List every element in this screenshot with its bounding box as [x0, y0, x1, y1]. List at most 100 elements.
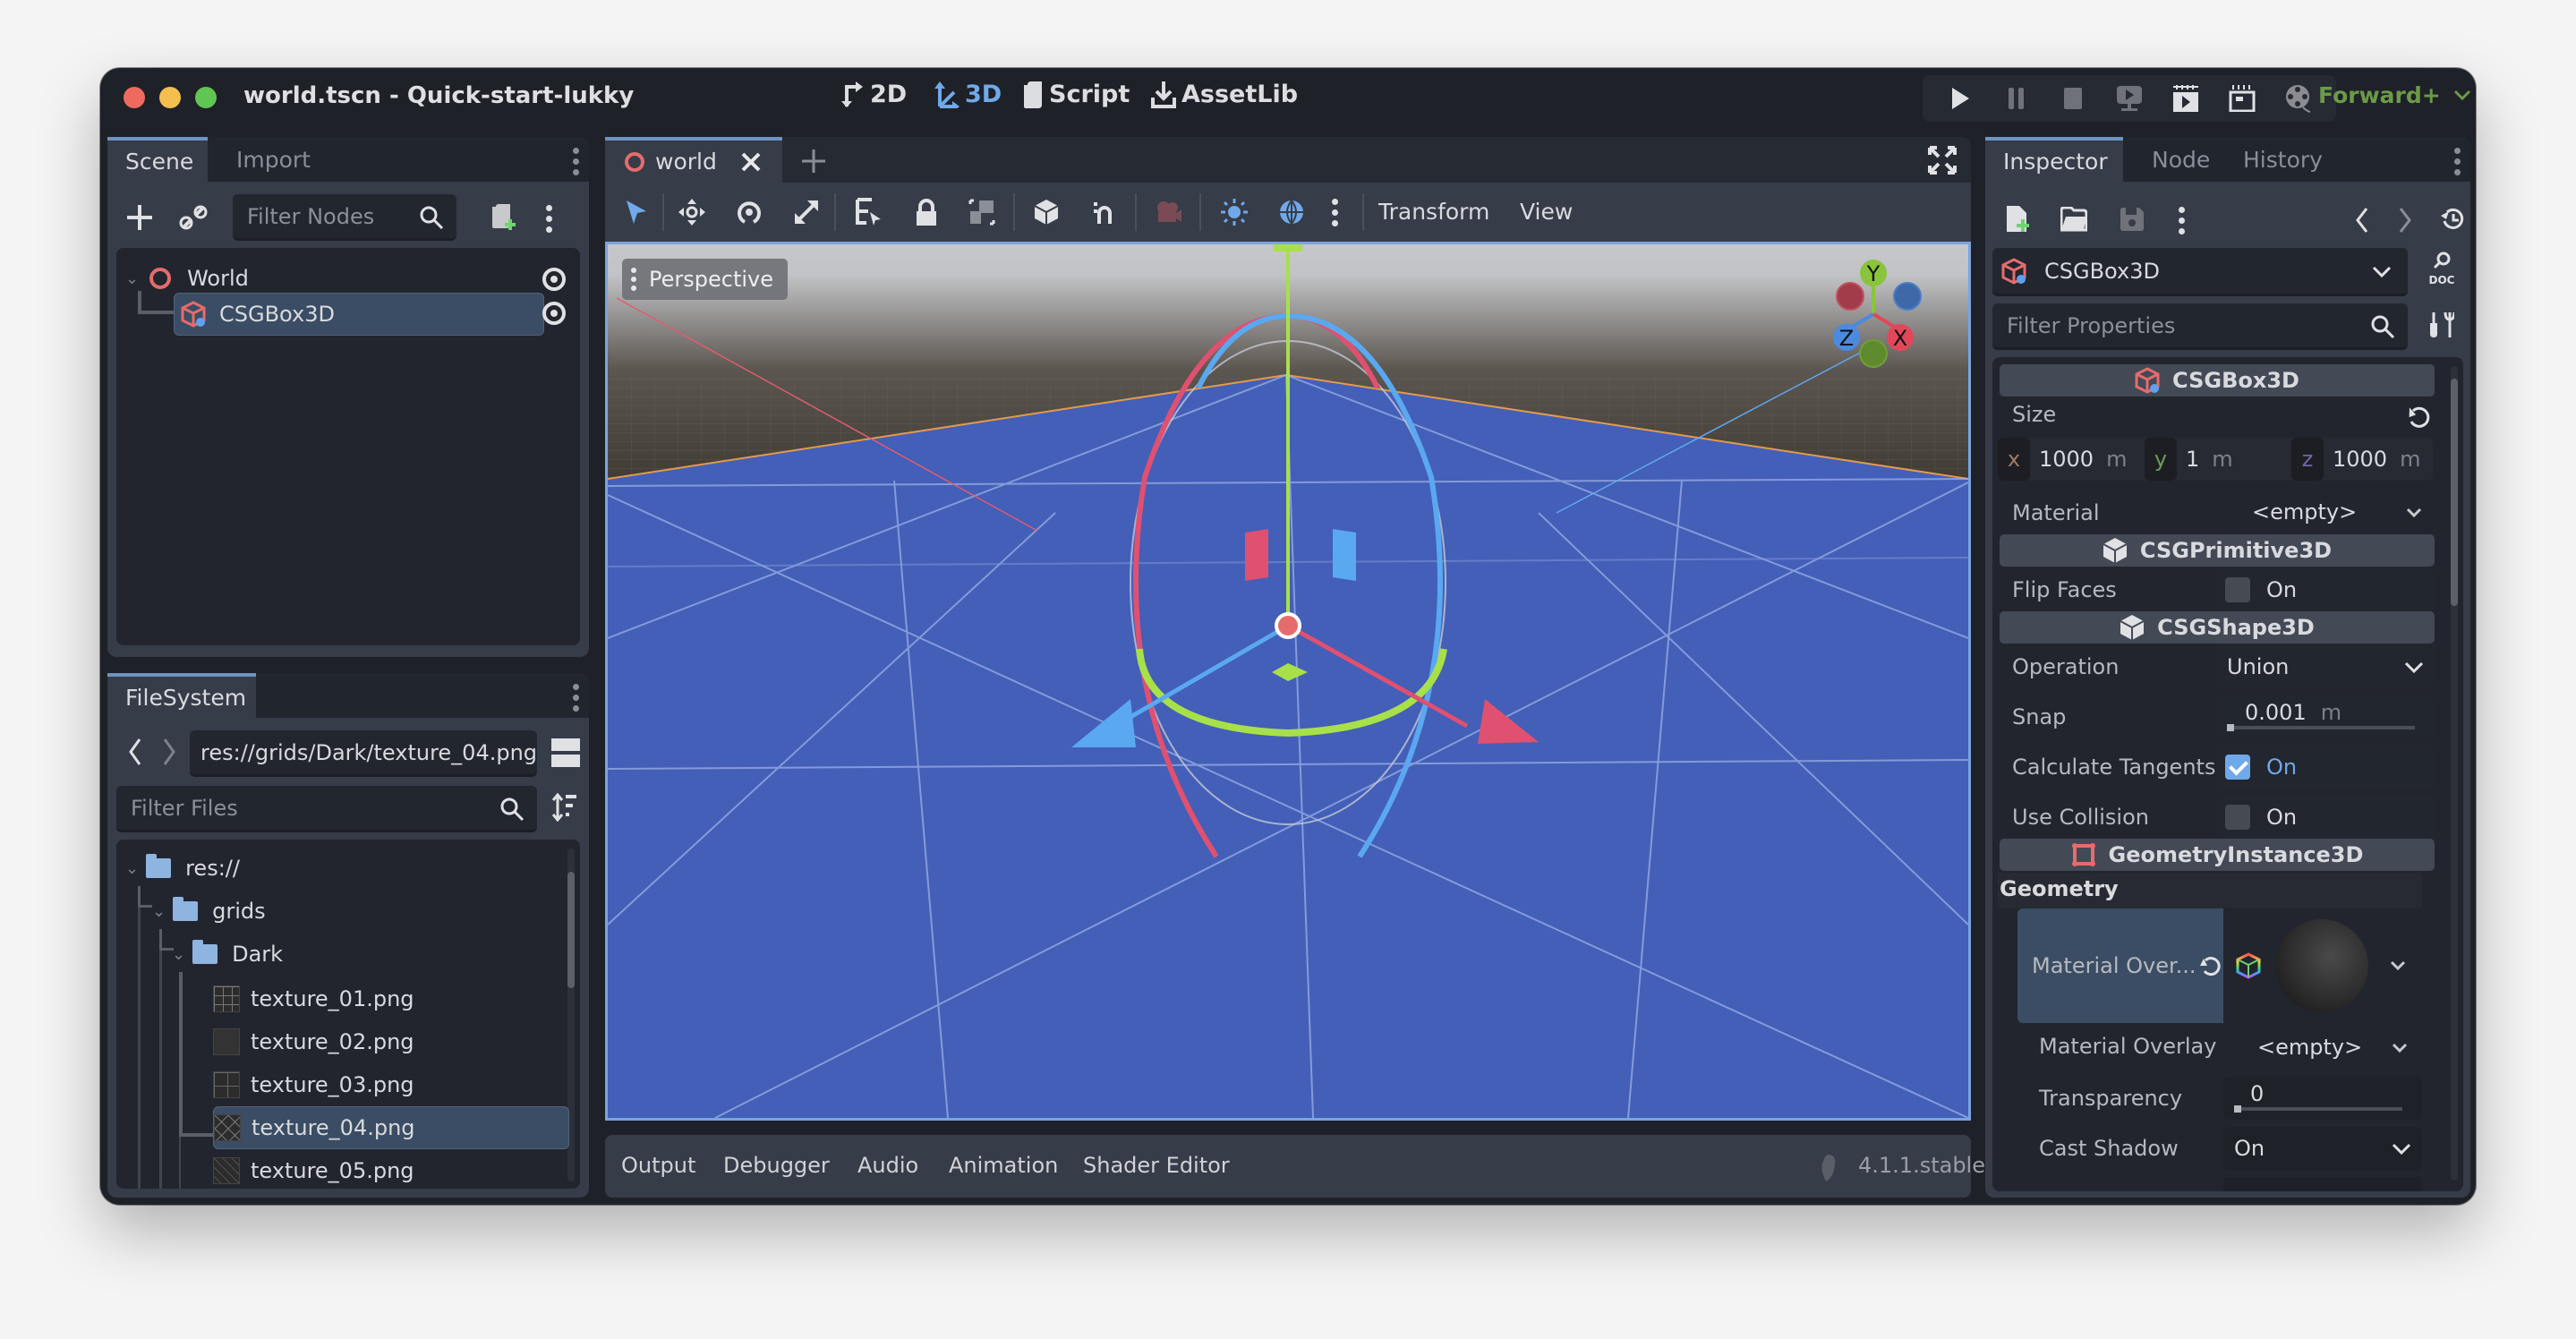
gizmo-origin[interactable] [1275, 612, 1301, 639]
pause-button[interactable] [2002, 84, 2031, 113]
inspector-dock-menu-icon[interactable] [2454, 148, 2461, 175]
back-icon[interactable] [127, 736, 143, 768]
bottom-tab-audio[interactable]: Audio [857, 1153, 918, 1178]
cast-shadow-dropdown[interactable]: On [2223, 1127, 2422, 1170]
material-picker[interactable]: <empty> [2225, 491, 2435, 533]
tree-item-csgbox3d[interactable]: CSGBox3D [174, 293, 544, 336]
size-x-field[interactable]: x 1000 m [1998, 438, 2141, 481]
file-item-texture-04[interactable]: texture_04.png [213, 1106, 569, 1149]
main-mode-2d[interactable]: 2D [841, 81, 907, 108]
axis-neg-z-handle[interactable] [1893, 282, 1922, 311]
file-item-res[interactable]: ⌄ res:// [125, 849, 240, 888]
transform-menu[interactable]: Transform [1378, 199, 1489, 225]
open-resource-icon[interactable] [2060, 207, 2087, 232]
main-mode-script[interactable]: Script [1024, 81, 1130, 108]
resource-menu-icon[interactable] [2179, 207, 2186, 235]
new-resource-icon[interactable] [2005, 205, 2030, 234]
chevron-down-icon[interactable]: ⌄ [125, 269, 139, 288]
close-window-button[interactable] [124, 87, 145, 108]
history-back-icon[interactable] [2354, 207, 2370, 234]
section-csgprimitive3d[interactable]: CSGPrimitive3D [2000, 534, 2435, 567]
inspector-scrollbar[interactable] [2451, 366, 2458, 1181]
environment-menu-icon[interactable] [1332, 199, 1339, 226]
list-select-button[interactable] [852, 195, 886, 229]
toggle-environment-button[interactable] [1275, 195, 1309, 229]
section-geometryinstance3d[interactable]: GeometryInstance3D [2000, 839, 2435, 871]
scrollbar-thumb[interactable] [567, 872, 575, 988]
lock-button[interactable] [909, 195, 943, 229]
select-mode-button[interactable] [619, 195, 653, 229]
add-scene-tab-icon[interactable] [800, 148, 827, 175]
file-item-texture-02[interactable]: texture_02.png [213, 1022, 414, 1062]
section-csgshape3d[interactable]: CSGShape3D [2000, 611, 2435, 644]
file-item-dark[interactable]: ⌄ Dark [172, 934, 283, 974]
split-view-icon[interactable] [551, 738, 580, 768]
calculate-tangents-checkbox[interactable]: On [2216, 746, 2435, 789]
minimize-window-button[interactable] [159, 87, 181, 108]
revert-icon[interactable] [2199, 955, 2222, 977]
tab-node[interactable]: Node [2134, 137, 2228, 182]
filter-nodes-input[interactable]: Filter Nodes [233, 194, 456, 241]
save-resource-icon[interactable] [2120, 207, 2145, 232]
bottom-tab-shader-editor[interactable]: Shader Editor [1083, 1153, 1230, 1178]
bottom-tab-debugger[interactable]: Debugger [723, 1153, 830, 1178]
operation-dropdown[interactable]: Union [2216, 645, 2435, 688]
close-tab-icon[interactable] [740, 151, 762, 173]
material-override-picker[interactable] [2223, 908, 2420, 1023]
object-selector[interactable]: CSGBox3D [1992, 248, 2408, 296]
snap-slider-track[interactable] [2227, 726, 2415, 729]
maximize-window-button[interactable] [195, 87, 217, 108]
scene-tree-menu-icon[interactable] [546, 205, 553, 233]
bottom-tab-output[interactable]: Output [621, 1153, 695, 1178]
snap-button[interactable] [1087, 195, 1121, 229]
tab-inspector[interactable]: Inspector [1985, 137, 2123, 182]
plane-handle-yz[interactable] [1245, 529, 1268, 581]
movie-maker-button[interactable] [2284, 84, 2313, 113]
property-tools-icon[interactable] [2429, 311, 2454, 339]
move-mode-button[interactable] [675, 195, 709, 229]
section-csgbox3d[interactable]: CSGBox3D [2000, 364, 2435, 397]
tab-filesystem[interactable]: FileSystem [107, 673, 256, 718]
preview-camera-button[interactable] [1151, 195, 1185, 229]
file-item-grids[interactable]: ⌄ grids [152, 891, 266, 931]
sort-icon[interactable] [551, 793, 578, 822]
history-forward-icon[interactable] [2397, 207, 2413, 234]
snap-slider-grabber[interactable] [2227, 724, 2234, 731]
flip-faces-checkbox[interactable]: On [2216, 568, 2435, 611]
filesystem-dock-menu-icon[interactable] [573, 684, 580, 712]
add-node-icon[interactable] [125, 203, 154, 232]
perspective-menu-button[interactable]: Perspective [622, 259, 788, 300]
file-item-texture-01[interactable]: texture_01.png [213, 979, 414, 1019]
local-space-button[interactable] [1029, 195, 1063, 229]
revert-icon[interactable] [2406, 404, 2431, 429]
size-z-field[interactable]: z 1000 m [2291, 438, 2435, 481]
rotate-mode-button[interactable] [732, 195, 766, 229]
plane-handle-xy[interactable] [1333, 529, 1356, 581]
update-spinner-icon[interactable] [1819, 1153, 1838, 1183]
filter-files-input[interactable]: Filter Files [116, 786, 537, 832]
transparency-slider-grabber[interactable] [2234, 1105, 2241, 1113]
instance-scene-icon[interactable] [179, 203, 208, 232]
next-property-field[interactable] [2223, 1177, 2422, 1191]
axis-neg-y-handle[interactable] [1859, 339, 1888, 368]
stop-button[interactable] [2059, 84, 2087, 113]
play-button[interactable] [1946, 84, 1975, 113]
path-field[interactable]: res://grids/Dark/texture_04.png [190, 730, 537, 777]
scene-dock-menu-icon[interactable] [573, 148, 580, 175]
visibility-eye-icon[interactable] [541, 266, 567, 293]
scrollbar-thumb[interactable] [2451, 379, 2458, 606]
object-history-icon[interactable] [2440, 207, 2465, 232]
forward-icon[interactable] [161, 736, 177, 768]
snap-slider[interactable]: 0.001 m [2216, 695, 2435, 738]
scale-mode-button[interactable] [789, 195, 823, 229]
axis-neg-x-handle[interactable] [1836, 282, 1864, 311]
size-y-field[interactable]: y 1 m [2145, 438, 2288, 481]
toggle-sun-button[interactable] [1217, 195, 1251, 229]
tab-history[interactable]: History [2225, 137, 2341, 182]
filter-properties-input[interactable]: Filter Properties [1992, 303, 2408, 350]
remote-debug-button[interactable] [2115, 84, 2144, 113]
file-item-texture-05[interactable]: texture_05.png [213, 1151, 414, 1189]
renderer-dropdown[interactable]: Forward+ [2318, 82, 2471, 108]
transparency-slider-track[interactable] [2234, 1107, 2402, 1111]
material-overlay-picker[interactable]: <empty> [2223, 1027, 2420, 1068]
